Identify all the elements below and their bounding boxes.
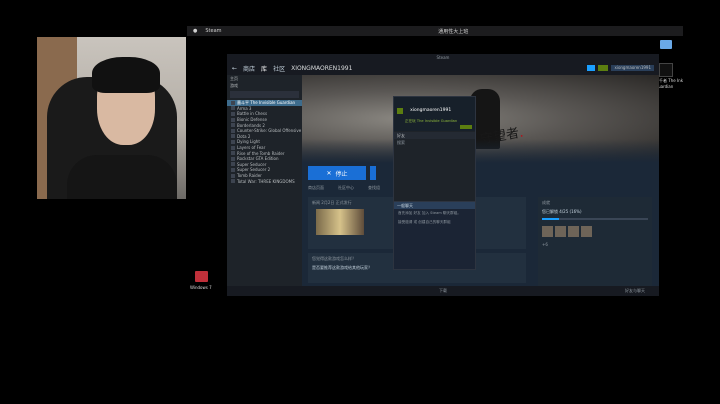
news-thumbnail [316,209,364,235]
achievement-icon[interactable] [581,226,592,237]
game-name: Battle in Chess [237,111,268,117]
sidebar-game-item[interactable]: 墨斗平 The Invisible Guardian [227,100,302,106]
game-name: Bionic Defense [237,117,267,123]
game-app-icon[interactable] [659,63,673,77]
downloads-button[interactable]: 下载 [439,288,447,294]
game-icon [231,162,235,167]
bottom-bar: 下载 好友与聊天 [227,286,659,296]
game-name: Tomb Raider [237,173,262,179]
steam-navbar: ← 商店 库 社区 XIONGMAOREN1991 xiongmaoren199… [227,61,659,75]
nav-store[interactable]: 商店 [243,64,255,73]
friends-chat-button[interactable]: 好友与聊天 [625,288,645,294]
game-icon [231,179,235,184]
game-name: Dota 2 [237,133,251,139]
back-arrow-icon[interactable]: ← [232,65,237,72]
library-sidebar: 主页 游戏 墨斗平 The Invisible Guardian Arma 3 Ba… [227,75,302,296]
windows7-label: Windows 7 [190,285,212,290]
achievements-panel: 成就 您已解锁 4/25 (16%) +6 [538,197,652,291]
game-name: Borderlands 2 [237,122,265,128]
game-name: 墨斗平 The Invisible Guardian [237,100,296,105]
sidebar-game-item[interactable]: Counter-Strike: Global Offensive [227,128,302,134]
sidebar-game-item[interactable]: Total War: THREE KINGDOMS [227,178,302,184]
game-icon [231,111,235,116]
game-app-label: 万千者 The Ink Guardian [655,78,684,89]
game-name: Dying Light [237,139,260,145]
game-icon [231,151,235,156]
game-icon [231,173,235,178]
tab-store-page[interactable]: 商店页面 [308,185,324,191]
window-title: Steam [227,54,659,61]
game-icon [231,128,235,133]
game-name: Rise of the Tomb Raider [237,150,285,156]
folder-icon[interactable] [660,40,672,49]
webcam-hair [92,57,160,93]
game-icon [231,100,235,105]
broadcast-icon[interactable] [587,65,596,71]
game-icon [231,156,235,161]
achievements-bar [542,218,648,220]
sidebar-filter[interactable]: 游戏 [227,82,302,89]
game-icon [231,123,235,128]
mac-menubar: ● Steam 通用性大上班 [187,26,683,36]
friends-add-button[interactable] [460,125,472,129]
webcam-overlay [37,37,186,199]
apple-icon[interactable]: ● [193,28,197,34]
game-icon [231,145,235,150]
game-name: Super Seducer [237,161,267,167]
achievements-progress: 您已解锁 4/25 (16%) [542,209,582,214]
chevron-down-icon[interactable] [370,166,376,180]
achievement-icon[interactable] [542,226,553,237]
account-menu[interactable]: xiongmaoren1991 [611,65,654,71]
menubar-app-name[interactable]: Steam [205,28,221,34]
game-hero-banner: 守望者. [302,75,659,163]
stop-button[interactable]: ✕ 停止 [308,166,366,180]
close-icon: ✕ [326,169,332,177]
achievement-icon[interactable] [568,226,579,237]
play-bar: ✕ 停止 [302,163,659,183]
game-list: 墨斗平 The Invisible Guardian Arma 3 Battle i… [227,100,302,184]
friends-username[interactable]: xiongmaoren1991 [410,108,451,113]
achievement-icons [538,223,652,240]
friends-status: 正在玩 The Invisible Guardian [405,119,458,123]
achievements-more[interactable]: +6 [538,240,652,249]
sidebar-search-input[interactable] [230,91,299,98]
game-detail: 守望者. ✕ 停止 商店页面 社区中心 查找组 讨论区 指南 新闻 2月2日 正… [302,75,659,296]
game-name: Rockstar GTA Edition [237,156,279,162]
sidebar-home[interactable]: 主页 [227,75,302,82]
tab-community[interactable]: 社区中心 [338,185,354,191]
group-chat-hint-1: 首先添加 好友 加入 Steam 聊天群组。 [398,211,461,215]
stop-label: 停止 [335,170,348,178]
game-name: Counter-Strike: Global Offensive [237,128,302,134]
game-icon [231,106,235,111]
game-name: Layers of Fear [237,145,266,151]
achievements-title: 成就 [542,200,550,205]
game-icon [231,167,235,172]
group-chat-panel: 一般聊天 首先添加 好友 加入 Steam 聊天群组。 接受邀请 或 创建自己的… [393,201,476,270]
nav-community[interactable]: 社区 [273,64,285,73]
nav-username[interactable]: XIONGMAOREN1991 [291,65,352,72]
game-name: Total War: THREE KINGDOMS [237,178,295,184]
tab-find-group[interactable]: 查找组 [368,185,380,191]
notification-icon[interactable] [598,65,609,71]
group-chat-title[interactable]: 一般聊天 [394,202,475,209]
achievement-icon[interactable] [555,226,566,237]
game-name: Super Seducer 2 [237,167,271,173]
game-icon [231,134,235,139]
achievements-bar-fill [542,218,559,220]
friends-header: xiongmaoren1991 正在玩 The Invisible Guardi… [394,97,475,131]
windows7-icon[interactable] [195,271,208,282]
friends-search[interactable]: 搜索 [394,139,475,146]
game-icon [231,139,235,144]
game-name: Arma 3 [237,105,252,111]
webcam-body [67,155,177,199]
menubar-center-title: 通用性大上班 [438,28,469,35]
game-icon [231,117,235,122]
avatar[interactable] [397,107,403,114]
nav-library[interactable]: 库 [261,64,267,73]
group-chat-hint-2[interactable]: 接受邀请 或 创建自己的聊天群组 [394,218,475,227]
friends-section[interactable]: 好友 [394,132,475,139]
